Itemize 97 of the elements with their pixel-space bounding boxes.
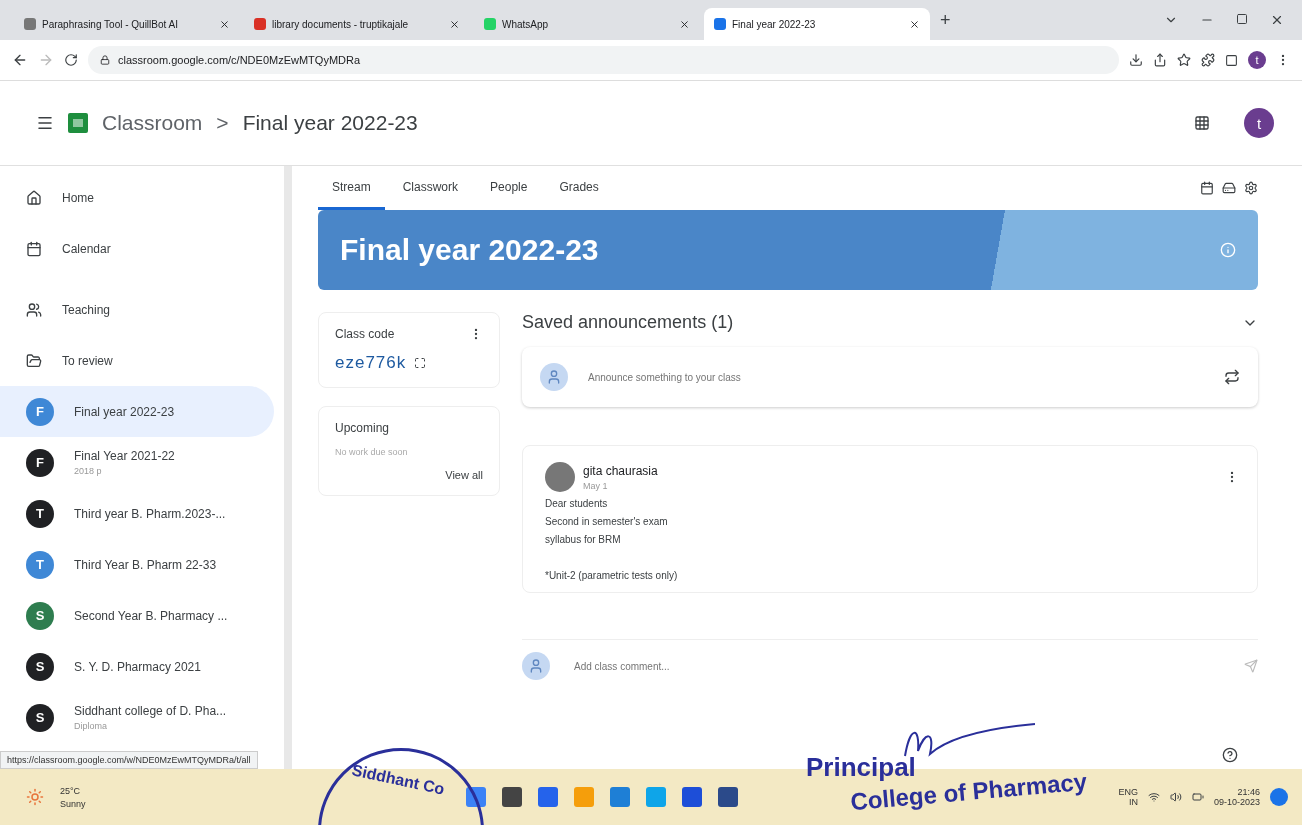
help-icon[interactable] [1222,747,1238,763]
class-subtitle: 2018 p [74,466,103,476]
profile-avatar[interactable]: t [1244,108,1274,138]
weather-text: Sunny [60,798,86,809]
settings-icon[interactable] [1244,181,1258,195]
browser-tab[interactable]: Final year 2022-23 [704,8,930,40]
sidebar-item[interactable]: F Final year 2022-23 [0,386,274,437]
person-icon [540,363,568,391]
close-icon[interactable] [449,18,460,30]
reload-icon[interactable] [64,53,78,67]
sidebar-item[interactable]: T Third year B. Pharm.2023-... [0,488,274,539]
class-avatar: F [26,397,54,426]
favicon-icon [484,18,496,30]
seal-stamp: Siddhant Co [318,748,484,825]
folder-icon [26,352,42,369]
battery-icon[interactable] [1191,791,1204,803]
class-code-label: Class code [335,327,395,341]
sidebar-item[interactable]: S Second Year B. Pharmacy ... [0,590,274,641]
extensions-icon[interactable] [1201,53,1215,67]
view-all-link[interactable]: View all [445,469,483,481]
temperature: 25°C [60,785,82,796]
saved-announcements-title: Saved announcements (1) [522,312,734,333]
fullscreen-icon[interactable] [414,357,427,369]
photo-placeholder [545,462,575,492]
sidebar-icon[interactable] [1225,53,1238,67]
wifi-icon[interactable] [1147,791,1160,803]
taskbar-app-icon[interactable] [466,787,486,807]
sidebar-item[interactable]: Calendar [0,223,274,274]
url-text: classroom.google.com/c/NDE0MzEwMTQyMDRa [118,54,361,66]
repost-icon[interactable] [1224,369,1240,385]
class-avatar: T [26,550,54,579]
favicon-icon [254,18,266,30]
no-work-text: No work due soon [335,447,409,457]
class-tab[interactable]: Classwork [388,166,473,210]
class-avatar: S [26,703,54,732]
close-icon[interactable] [909,18,920,30]
close-icon[interactable] [1270,13,1284,27]
stamp-title: Principal [806,752,916,783]
language-indicator[interactable]: ENG IN [1118,787,1138,807]
announcement-field[interactable]: Announce something to your class [586,370,1206,384]
post-text-line: Second in semester's exam [545,516,669,528]
menu-icon[interactable] [36,114,54,132]
class-tab[interactable]: Grades [545,166,613,210]
class-tab[interactable]: People [476,166,542,210]
volume-icon[interactable] [1169,791,1182,803]
post-text-line: syllabus for BRM [545,534,622,546]
favicon-icon [24,18,36,30]
sidebar-item[interactable]: To review [0,335,274,386]
close-icon[interactable] [219,18,230,30]
sidebar-item[interactable]: S Siddhant college of D. Pha... Diploma [0,692,274,743]
close-icon[interactable] [679,18,690,30]
breadcrumb-separator: > [216,111,229,135]
notification-badge[interactable] [1270,788,1288,806]
browser-tab[interactable]: WhatsApp [474,8,700,40]
post-text-line: *Unit-2 (parametric tests only) [545,570,679,582]
share-icon[interactable] [1153,53,1167,67]
banner-title: Final year 2022-23 [340,233,599,267]
install-icon[interactable] [1129,53,1143,67]
drive-icon[interactable] [1222,181,1236,195]
class-title: Final year 2022-23 [242,111,418,135]
bookmark-icon[interactable] [1177,53,1191,67]
address-bar[interactable]: classroom.google.com/c/NDE0MzEwMTQyMDRa [88,46,1119,74]
person-icon [522,652,550,680]
announcement-composer[interactable]: Announce something to your class [522,347,1258,407]
maximize-icon[interactable] [1236,13,1248,25]
upcoming-title: Upcoming [335,421,391,435]
people-icon [26,301,42,318]
sidebar-item[interactable]: F Final Year 2021-22 2018 p [0,437,274,488]
classroom-logo-icon [68,113,88,133]
browser-tab[interactable]: library documents - truptikajale [244,8,470,40]
calendar-icon[interactable] [1200,181,1214,195]
class-avatar: F [26,448,54,477]
class-avatar: S [26,601,54,630]
sidebar-item[interactable]: T Third Year B. Pharm 22-33 [0,539,274,590]
favicon-icon [714,18,726,30]
app-name[interactable]: Classroom [102,111,203,135]
class-subtitle: Diploma [74,721,108,731]
clock[interactable]: 21:46 09-10-2023 [1213,787,1260,807]
sidebar-item[interactable]: Teaching [0,284,274,335]
class-avatar: T [26,499,54,528]
apps-icon[interactable] [1194,115,1210,131]
class-avatar: S [26,652,54,681]
calendar-icon [26,240,42,257]
class-code: eze776k [335,353,407,373]
sidebar-item[interactable]: Home [0,172,274,223]
home-icon [26,189,42,206]
back-icon[interactable] [12,52,28,68]
post-text-line: Dear students [545,498,609,510]
post-date: May 1 [583,480,609,491]
profile-avatar[interactable]: t [1248,51,1266,69]
new-tab-button[interactable]: + [934,8,957,32]
comment-field[interactable]: Add class comment... [572,659,1222,673]
sidebar-item[interactable]: S S. Y. D. Pharmacy 2021 [0,641,274,692]
status-url: https://classroom.google.com/w/NDE0MzEwMTQyMDRa/t/all [0,751,258,769]
lock-icon [100,55,110,65]
author-name: gita chaurasia [583,463,658,478]
browser-tab[interactable]: Paraphrasing Tool - QuillBot AI [14,8,240,40]
